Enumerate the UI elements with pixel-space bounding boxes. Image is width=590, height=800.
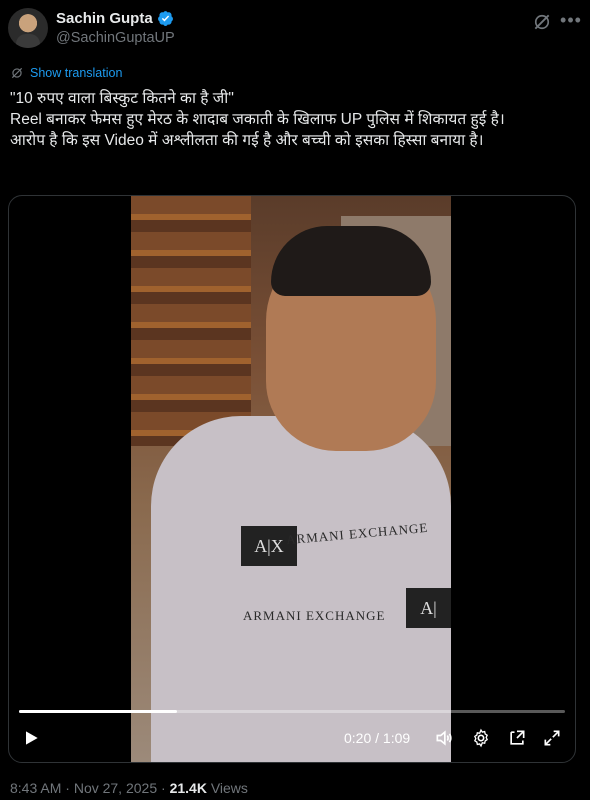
video-progress-fill	[19, 710, 178, 713]
tweet-date[interactable]: Nov 27, 2025	[74, 780, 157, 796]
meta-separator: ·	[65, 780, 70, 796]
tweet-line: "10 रुपए वाला बिस्कुट कितने का है जी"	[10, 90, 234, 107]
tweet-text: "10 रुपए वाला बिस्कुट कितने का है जी" Re…	[10, 88, 580, 151]
show-translation-label[interactable]: Show translation	[30, 66, 122, 80]
settings-gear-icon[interactable]	[471, 728, 491, 748]
display-name[interactable]: Sachin Gupta	[56, 10, 153, 27]
tweet-header: Sachin Gupta @SachinGuptaUP •••	[8, 6, 582, 52]
person-hair	[271, 226, 431, 296]
sweater-text: ARMANI EXCHANGE	[243, 608, 386, 623]
fullscreen-icon[interactable]	[542, 728, 562, 748]
views-count: 21.4K	[169, 780, 207, 796]
volume-icon[interactable]	[434, 728, 454, 748]
shop-shelf	[131, 196, 251, 446]
tweet-meta: 8:43 AM · Nov 27, 2025 · 21.4K Views	[10, 780, 248, 796]
video-progress-bar[interactable]	[19, 710, 565, 713]
author-handle[interactable]: @SachinGuptaUP	[56, 30, 175, 46]
video-time: 0:20 / 1:09	[344, 730, 411, 746]
video-frame[interactable]: A|X ARMANI EXCHANGE ARMANI EXCHANGE A|	[131, 196, 451, 762]
picture-in-picture-icon[interactable]	[507, 728, 527, 748]
show-translation-link[interactable]: Show translation	[10, 66, 122, 80]
tweet-time[interactable]: 8:43 AM	[10, 780, 61, 796]
more-options-icon[interactable]: •••	[560, 11, 582, 32]
video-controls: 0:20 / 1:09	[9, 718, 575, 758]
grok-icon[interactable]	[532, 12, 552, 32]
tweet-line: आरोप है कि इस Video में अश्लीलता की गई ह…	[10, 132, 484, 149]
verified-badge-icon	[157, 11, 173, 26]
tweet-line: Reel बनाकर फेमस हुए मेरठ के शादाब जकाती …	[10, 111, 505, 128]
grok-small-icon	[11, 67, 23, 79]
meta-separator: ·	[161, 780, 166, 796]
views-label: Views	[210, 780, 248, 796]
video-player[interactable]: A|X ARMANI EXCHANGE ARMANI EXCHANGE A| 0…	[8, 195, 576, 763]
play-icon[interactable]	[21, 728, 41, 748]
logo-badge: A|	[406, 588, 451, 628]
author-name-row[interactable]: Sachin Gupta	[56, 10, 174, 27]
avatar[interactable]	[8, 8, 48, 48]
